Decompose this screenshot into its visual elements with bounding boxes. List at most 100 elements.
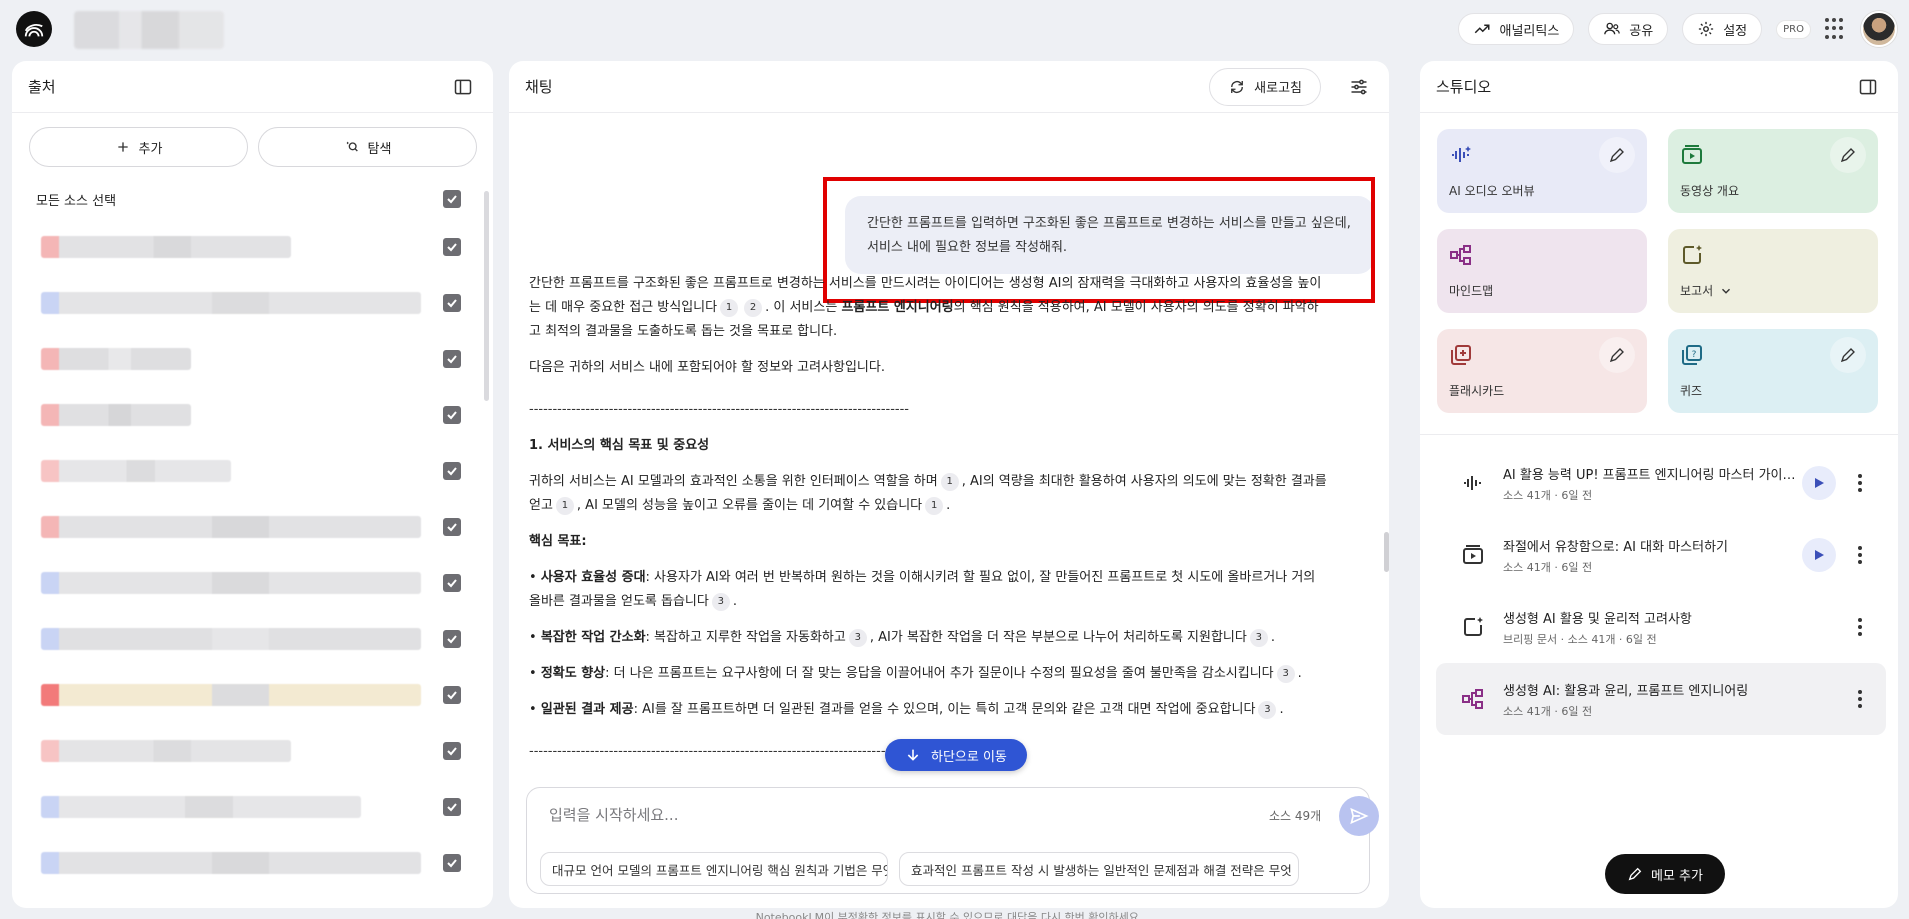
goals-title: 핵심 목표:	[529, 534, 587, 549]
source-checkbox[interactable]	[443, 518, 461, 536]
source-item[interactable]	[12, 723, 493, 779]
play-icon	[1815, 478, 1824, 488]
source-checkbox[interactable]	[443, 854, 461, 872]
scroll-to-bottom-button[interactable]: 하단으로 이동	[885, 739, 1027, 771]
citation-chip[interactable]: 1	[925, 497, 944, 515]
sources-scrollbar[interactable]	[484, 191, 489, 401]
source-item[interactable]	[12, 331, 493, 387]
analytics-button[interactable]: 애널리틱스	[1458, 13, 1575, 45]
goal-item: • 복잡한 작업 간소화: 복잡하고 지루한 작업을 자동화하고 3, AI가 복…	[529, 629, 1275, 647]
tile-report[interactable]: 보고서	[1668, 229, 1878, 313]
video-icon	[1682, 145, 1702, 164]
citation-chip[interactable]: 3	[1276, 665, 1295, 683]
explore-button[interactable]: 탐색	[258, 127, 477, 167]
source-list	[12, 219, 493, 891]
play-button[interactable]	[1802, 466, 1836, 500]
notebooklm-logo[interactable]	[16, 11, 52, 47]
suggestion-chip[interactable]: 대규모 언어 모델의 프롬프트 엔지니어링 핵심 원칙과 기법은 무엇인가요?	[540, 852, 888, 886]
source-title-redacted	[41, 852, 421, 874]
source-item[interactable]	[12, 387, 493, 443]
source-checkbox[interactable]	[443, 574, 461, 592]
notebook-title-redacted[interactable]	[74, 11, 224, 49]
apps-grid-icon[interactable]	[1825, 18, 1847, 40]
suggestion-chip[interactable]: 효과적인 프롬프트 작성 시 발생하는 일반적인 문제점과 해결 전략은 무엇	[899, 852, 1299, 886]
analytics-label: 애널리틱스	[1499, 23, 1560, 39]
add-source-button[interactable]: 추가	[29, 127, 248, 167]
source-checkbox[interactable]	[443, 742, 461, 760]
video-icon	[1463, 545, 1483, 564]
collapse-panel-icon[interactable]	[449, 73, 477, 101]
select-all-checkbox[interactable]	[443, 190, 461, 208]
source-checkbox[interactable]	[443, 406, 461, 424]
source-item[interactable]	[12, 219, 493, 275]
sources-panel: 출처 추가 탐색 모든 소스 선택	[12, 61, 493, 908]
studio-note-item[interactable]: 생성형 AI 활용 및 윤리적 고려사항 브리핑 문서 · 소스 41개 · 6…	[1436, 591, 1886, 663]
settings-button[interactable]: 설정	[1682, 13, 1763, 45]
source-title-redacted	[41, 684, 421, 706]
more-options-icon[interactable]	[1850, 689, 1870, 709]
studio-note-item[interactable]: 생성형 AI: 활용과 윤리, 프롬프트 엔지니어링 소스 41개 · 6일 전	[1436, 663, 1886, 735]
chat-input[interactable]: 입력을 시작하세요...	[549, 804, 678, 825]
quiz-icon: ?	[1682, 345, 1702, 365]
studio-note-item[interactable]: 좌절에서 유창함으로: AI 대화 마스터하기 소스 41개 · 6일 전	[1436, 519, 1886, 591]
source-checkbox[interactable]	[443, 294, 461, 312]
studio-note-item[interactable]: AI 활용 능력 UP! 프롬프트 엔지니어링 마스터 가이드: 생성형 AI …	[1436, 447, 1886, 519]
edit-pen-icon[interactable]	[1599, 137, 1635, 173]
share-label: 공유	[1629, 23, 1654, 39]
source-checkbox[interactable]	[443, 350, 461, 368]
chat-messages: 간단한 프롬프트를 입력하면 구조화된 좋은 프롬프트로 변경하는 서비스를 만…	[509, 114, 1389, 838]
flashcards-icon	[1451, 345, 1471, 365]
note-meta: 브리핑 문서 · 소스 41개 · 6일 전	[1503, 632, 1657, 646]
edit-pen-icon[interactable]	[1830, 137, 1866, 173]
share-button[interactable]: 공유	[1588, 13, 1669, 45]
source-item[interactable]	[12, 499, 493, 555]
citation-chip[interactable]: 3	[1249, 629, 1268, 647]
tile-quiz[interactable]: ? 퀴즈	[1668, 329, 1878, 413]
source-item[interactable]	[12, 611, 493, 667]
source-item[interactable]	[12, 555, 493, 611]
source-item[interactable]	[12, 835, 493, 891]
source-item[interactable]	[12, 275, 493, 331]
source-checkbox[interactable]	[443, 798, 461, 816]
mindmap-icon	[1462, 689, 1483, 709]
more-options-icon[interactable]	[1850, 617, 1870, 637]
goals-list: • 사용자 효율성 증대: 사용자가 AI와 여러 번 반복하며 원하는 것을 …	[529, 566, 1329, 722]
source-item[interactable]	[12, 667, 493, 723]
citation-chip[interactable]: 3	[848, 629, 867, 647]
user-avatar[interactable]	[1861, 11, 1897, 47]
edit-pen-icon[interactable]	[1830, 337, 1866, 373]
source-checkbox[interactable]	[443, 686, 461, 704]
citation-chip[interactable]: 2	[744, 299, 763, 317]
add-memo-button[interactable]: 메모 추가	[1605, 854, 1725, 894]
more-options-icon[interactable]	[1850, 473, 1870, 493]
tile-audio-overview[interactable]: AI 오디오 오버뷰	[1437, 129, 1647, 213]
add-source-label: 추가	[138, 141, 163, 157]
top-bar: 애널리틱스 공유 설정 PRO	[0, 0, 1909, 58]
chat-composer[interactable]: 입력을 시작하세요... 소스 49개 대규모 언어 모델의 프롬프트 엔지니어…	[526, 787, 1379, 894]
source-item[interactable]	[12, 443, 493, 499]
play-button[interactable]	[1802, 538, 1836, 572]
edit-pen-icon[interactable]	[1599, 337, 1635, 373]
citation-chip[interactable]: 3	[1258, 701, 1277, 719]
tile-flashcards[interactable]: 플래시카드	[1437, 329, 1647, 413]
chat-settings-icon[interactable]	[1345, 73, 1373, 101]
more-options-icon[interactable]	[1850, 545, 1870, 565]
collapse-panel-icon[interactable]	[1854, 73, 1882, 101]
citation-chip[interactable]: 1	[940, 473, 959, 491]
source-checkbox[interactable]	[443, 630, 461, 648]
source-title-redacted	[41, 796, 361, 818]
chevron-down-icon[interactable]	[1719, 284, 1733, 298]
note-title: 좌절에서 유창함으로: AI 대화 마스터하기	[1503, 539, 1728, 555]
chat-scrollbar[interactable]	[1384, 532, 1389, 572]
refresh-button[interactable]: 새로고침	[1209, 67, 1321, 106]
source-checkbox[interactable]	[443, 238, 461, 256]
source-checkbox[interactable]	[443, 462, 461, 480]
citation-chip[interactable]: 3	[711, 593, 730, 611]
select-all-row[interactable]: 모든 소스 선택	[12, 179, 493, 219]
send-button[interactable]	[1339, 796, 1379, 836]
citation-chip[interactable]: 1	[720, 299, 739, 317]
citation-chip[interactable]: 1	[555, 497, 574, 515]
source-item[interactable]	[12, 779, 493, 835]
tile-video-overview[interactable]: 동영상 개요	[1668, 129, 1878, 213]
tile-mindmap[interactable]: 마인드맵	[1437, 229, 1647, 313]
